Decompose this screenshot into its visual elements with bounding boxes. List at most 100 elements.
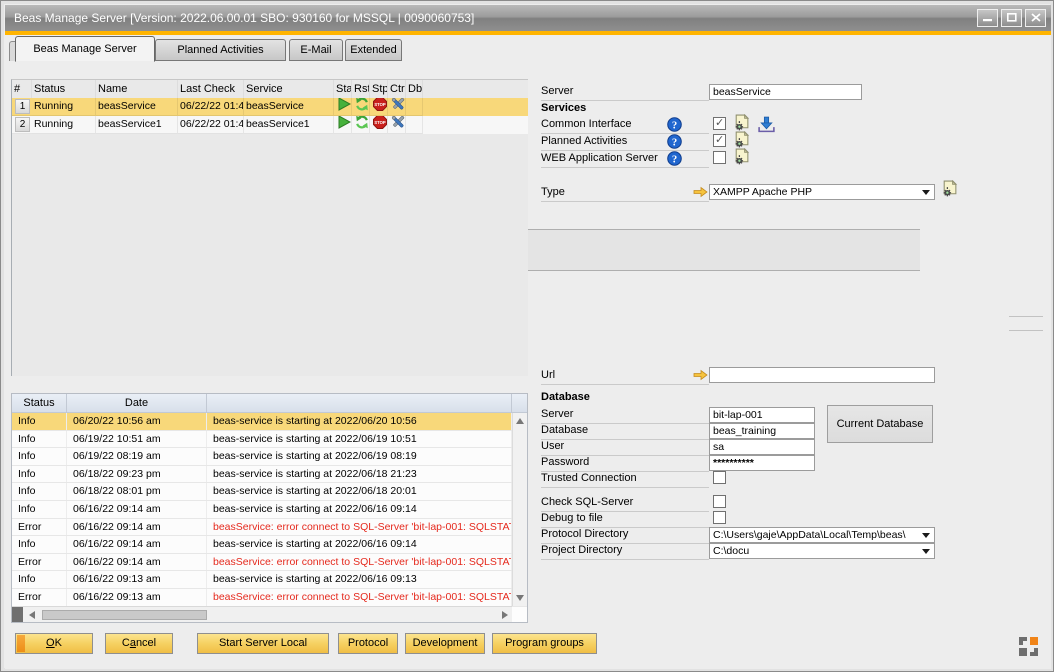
log-cell-message: beasService: error connect to SQL-Server… — [207, 589, 512, 606]
services-column-header: Status — [32, 80, 96, 98]
db-server-label: Server — [541, 408, 709, 424]
log-cell-status: Info — [12, 501, 67, 518]
project-directory-label: Project Directory — [541, 544, 709, 560]
log-row[interactable]: Info06/16/22 09:13 ambeas-service is sta… — [12, 571, 527, 589]
service-cell-last_check: 06/22/22 01:49 — [178, 98, 244, 116]
current-database-button[interactable]: Current Database — [827, 405, 933, 443]
common-interface-checkbox[interactable]: ✓ — [713, 117, 726, 130]
log-cell-date: 06/20/22 10:56 am — [67, 413, 207, 430]
log-row[interactable]: Info06/19/22 10:51 ambeas-service is sta… — [12, 431, 527, 449]
log-vertical-scrollbar[interactable] — [512, 413, 527, 606]
services-column-header: Sta — [334, 80, 352, 98]
db-user-label: User — [541, 440, 709, 456]
tab-extended[interactable]: Extended — [345, 39, 402, 61]
db-password-input[interactable] — [709, 455, 815, 471]
protocol-directory-label: Protocol Directory — [541, 528, 709, 544]
resize-grid-icon[interactable] — [1019, 637, 1038, 656]
protocol-button[interactable]: Protocol — [338, 633, 398, 654]
control-icon[interactable] — [391, 116, 405, 134]
services-column-header: Ctrl — [388, 80, 406, 98]
link-arrow-icon[interactable] — [693, 369, 708, 384]
log-row[interactable]: Info06/16/22 09:14 ambeas-service is sta… — [12, 501, 527, 519]
log-cell-date: 06/18/22 09:23 pm — [67, 466, 207, 483]
program-groups-button[interactable]: Program groups — [492, 633, 597, 654]
service-row[interactable]: 2RunningbeasService106/22/22 01:49beasSe… — [12, 116, 528, 134]
project-directory-dropdown[interactable]: C:\docu — [709, 543, 935, 559]
log-cell-status: Info — [12, 571, 67, 588]
ok-button[interactable]: OK — [15, 633, 93, 654]
help-icon[interactable]: ? — [667, 117, 682, 135]
tab-beas-manage-server[interactable]: Beas Manage Server — [15, 36, 155, 62]
type-dropdown[interactable]: XAMPP Apache PHP — [709, 184, 935, 200]
stop-icon[interactable]: STOP — [373, 98, 387, 116]
log-row[interactable]: Info06/19/22 08:19 ambeas-service is sta… — [12, 448, 527, 466]
scrollbar-thumb[interactable] — [42, 610, 207, 620]
log-row[interactable]: Info06/20/22 10:56 ambeas-service is sta… — [12, 413, 527, 431]
scrollbar-splitter-block[interactable] — [12, 607, 23, 622]
chevron-down-icon — [922, 549, 930, 554]
log-row[interactable]: Error06/16/22 09:14 ambeasService: error… — [12, 554, 527, 572]
planned-activities-label: Planned Activities — [541, 135, 709, 151]
log-row[interactable]: Info06/18/22 08:01 pmbeas-service is sta… — [12, 483, 527, 501]
start-icon[interactable] — [337, 116, 351, 134]
scroll-left-icon[interactable] — [29, 611, 35, 619]
db-database-input[interactable] — [709, 423, 815, 439]
link-arrow-icon[interactable] — [693, 186, 708, 201]
service-cell-name: beasService1 — [96, 116, 178, 134]
close-button[interactable] — [1025, 9, 1046, 27]
restart-icon[interactable] — [355, 116, 369, 134]
title-bar: Beas Manage Server [Version: 2022.06.00.… — [5, 5, 1051, 31]
protocol-directory-dropdown[interactable]: C:\Users\gaje\AppData\Local\Temp\beas\ — [709, 527, 935, 543]
help-icon[interactable]: ? — [667, 134, 682, 152]
download-icon[interactable] — [757, 116, 776, 136]
maximize-button[interactable] — [1001, 9, 1022, 27]
planned-activities-checkbox[interactable]: ✓ — [713, 134, 726, 147]
trusted-connection-checkbox[interactable]: ✓ — [713, 471, 726, 484]
stop-icon[interactable]: STOP — [373, 116, 387, 134]
check-sql-server-checkbox[interactable]: ✓ — [713, 495, 726, 508]
chevron-down-icon — [922, 533, 930, 538]
log-cell-message: beas-service is starting at 2022/06/20 1… — [207, 413, 512, 430]
log-cell-status: Info — [12, 483, 67, 500]
restart-icon[interactable] — [355, 98, 369, 116]
service-config-icon[interactable] — [941, 180, 958, 201]
services-column-header: Dbg — [406, 80, 423, 98]
services-column-header: Rst — [352, 80, 370, 98]
log-row[interactable]: Error06/16/22 09:13 ambeasService: error… — [12, 589, 527, 607]
db-user-input[interactable] — [709, 439, 815, 455]
debug-to-file-checkbox[interactable]: ✓ — [713, 511, 726, 524]
scroll-up-icon[interactable] — [516, 418, 524, 424]
cancel-button[interactable]: Cancel — [105, 633, 173, 654]
close-icon — [1031, 5, 1041, 31]
url-label: Url — [541, 369, 709, 385]
service-cell-service: beasService1 — [244, 116, 334, 134]
log-cell-status: Info — [12, 466, 67, 483]
web-application-server-label: WEB Application Server — [541, 152, 709, 168]
window-title: Beas Manage Server [Version: 2022.06.00.… — [14, 11, 474, 25]
maximize-icon — [1007, 5, 1017, 31]
log-cell-status: Error — [12, 519, 67, 536]
start-server-local-button[interactable]: Start Server Local — [197, 633, 329, 654]
log-row[interactable]: Info06/16/22 09:14 ambeas-service is sta… — [12, 536, 527, 554]
log-horizontal-scrollbar[interactable] — [12, 606, 512, 622]
log-cell-date: 06/18/22 08:01 pm — [67, 483, 207, 500]
service-config-icon[interactable] — [733, 148, 750, 169]
web-application-server-checkbox[interactable]: ✓ — [713, 151, 726, 164]
services-heading: Services — [541, 102, 586, 114]
log-row[interactable]: Error06/16/22 09:14 ambeasService: error… — [12, 519, 527, 537]
scroll-right-icon[interactable] — [502, 611, 508, 619]
scroll-down-icon[interactable] — [516, 595, 524, 601]
help-icon[interactable]: ? — [667, 151, 682, 169]
service-row[interactable]: 1RunningbeasService06/22/22 01:49beasSer… — [12, 98, 528, 116]
server-input[interactable] — [709, 84, 862, 100]
db-server-input[interactable] — [709, 407, 815, 423]
development-button[interactable]: Development — [405, 633, 485, 654]
url-input[interactable] — [709, 367, 935, 383]
tab-e-mail[interactable]: E-Mail — [289, 39, 343, 61]
log-cell-message: beas-service is starting at 2022/06/19 1… — [207, 431, 512, 448]
minimize-button[interactable] — [977, 9, 998, 27]
log-row[interactable]: Info06/18/22 09:23 pmbeas-service is sta… — [12, 466, 527, 484]
control-icon[interactable] — [391, 98, 405, 116]
tab-planned-activities[interactable]: Planned Activities — [155, 39, 286, 61]
start-icon[interactable] — [337, 98, 351, 116]
